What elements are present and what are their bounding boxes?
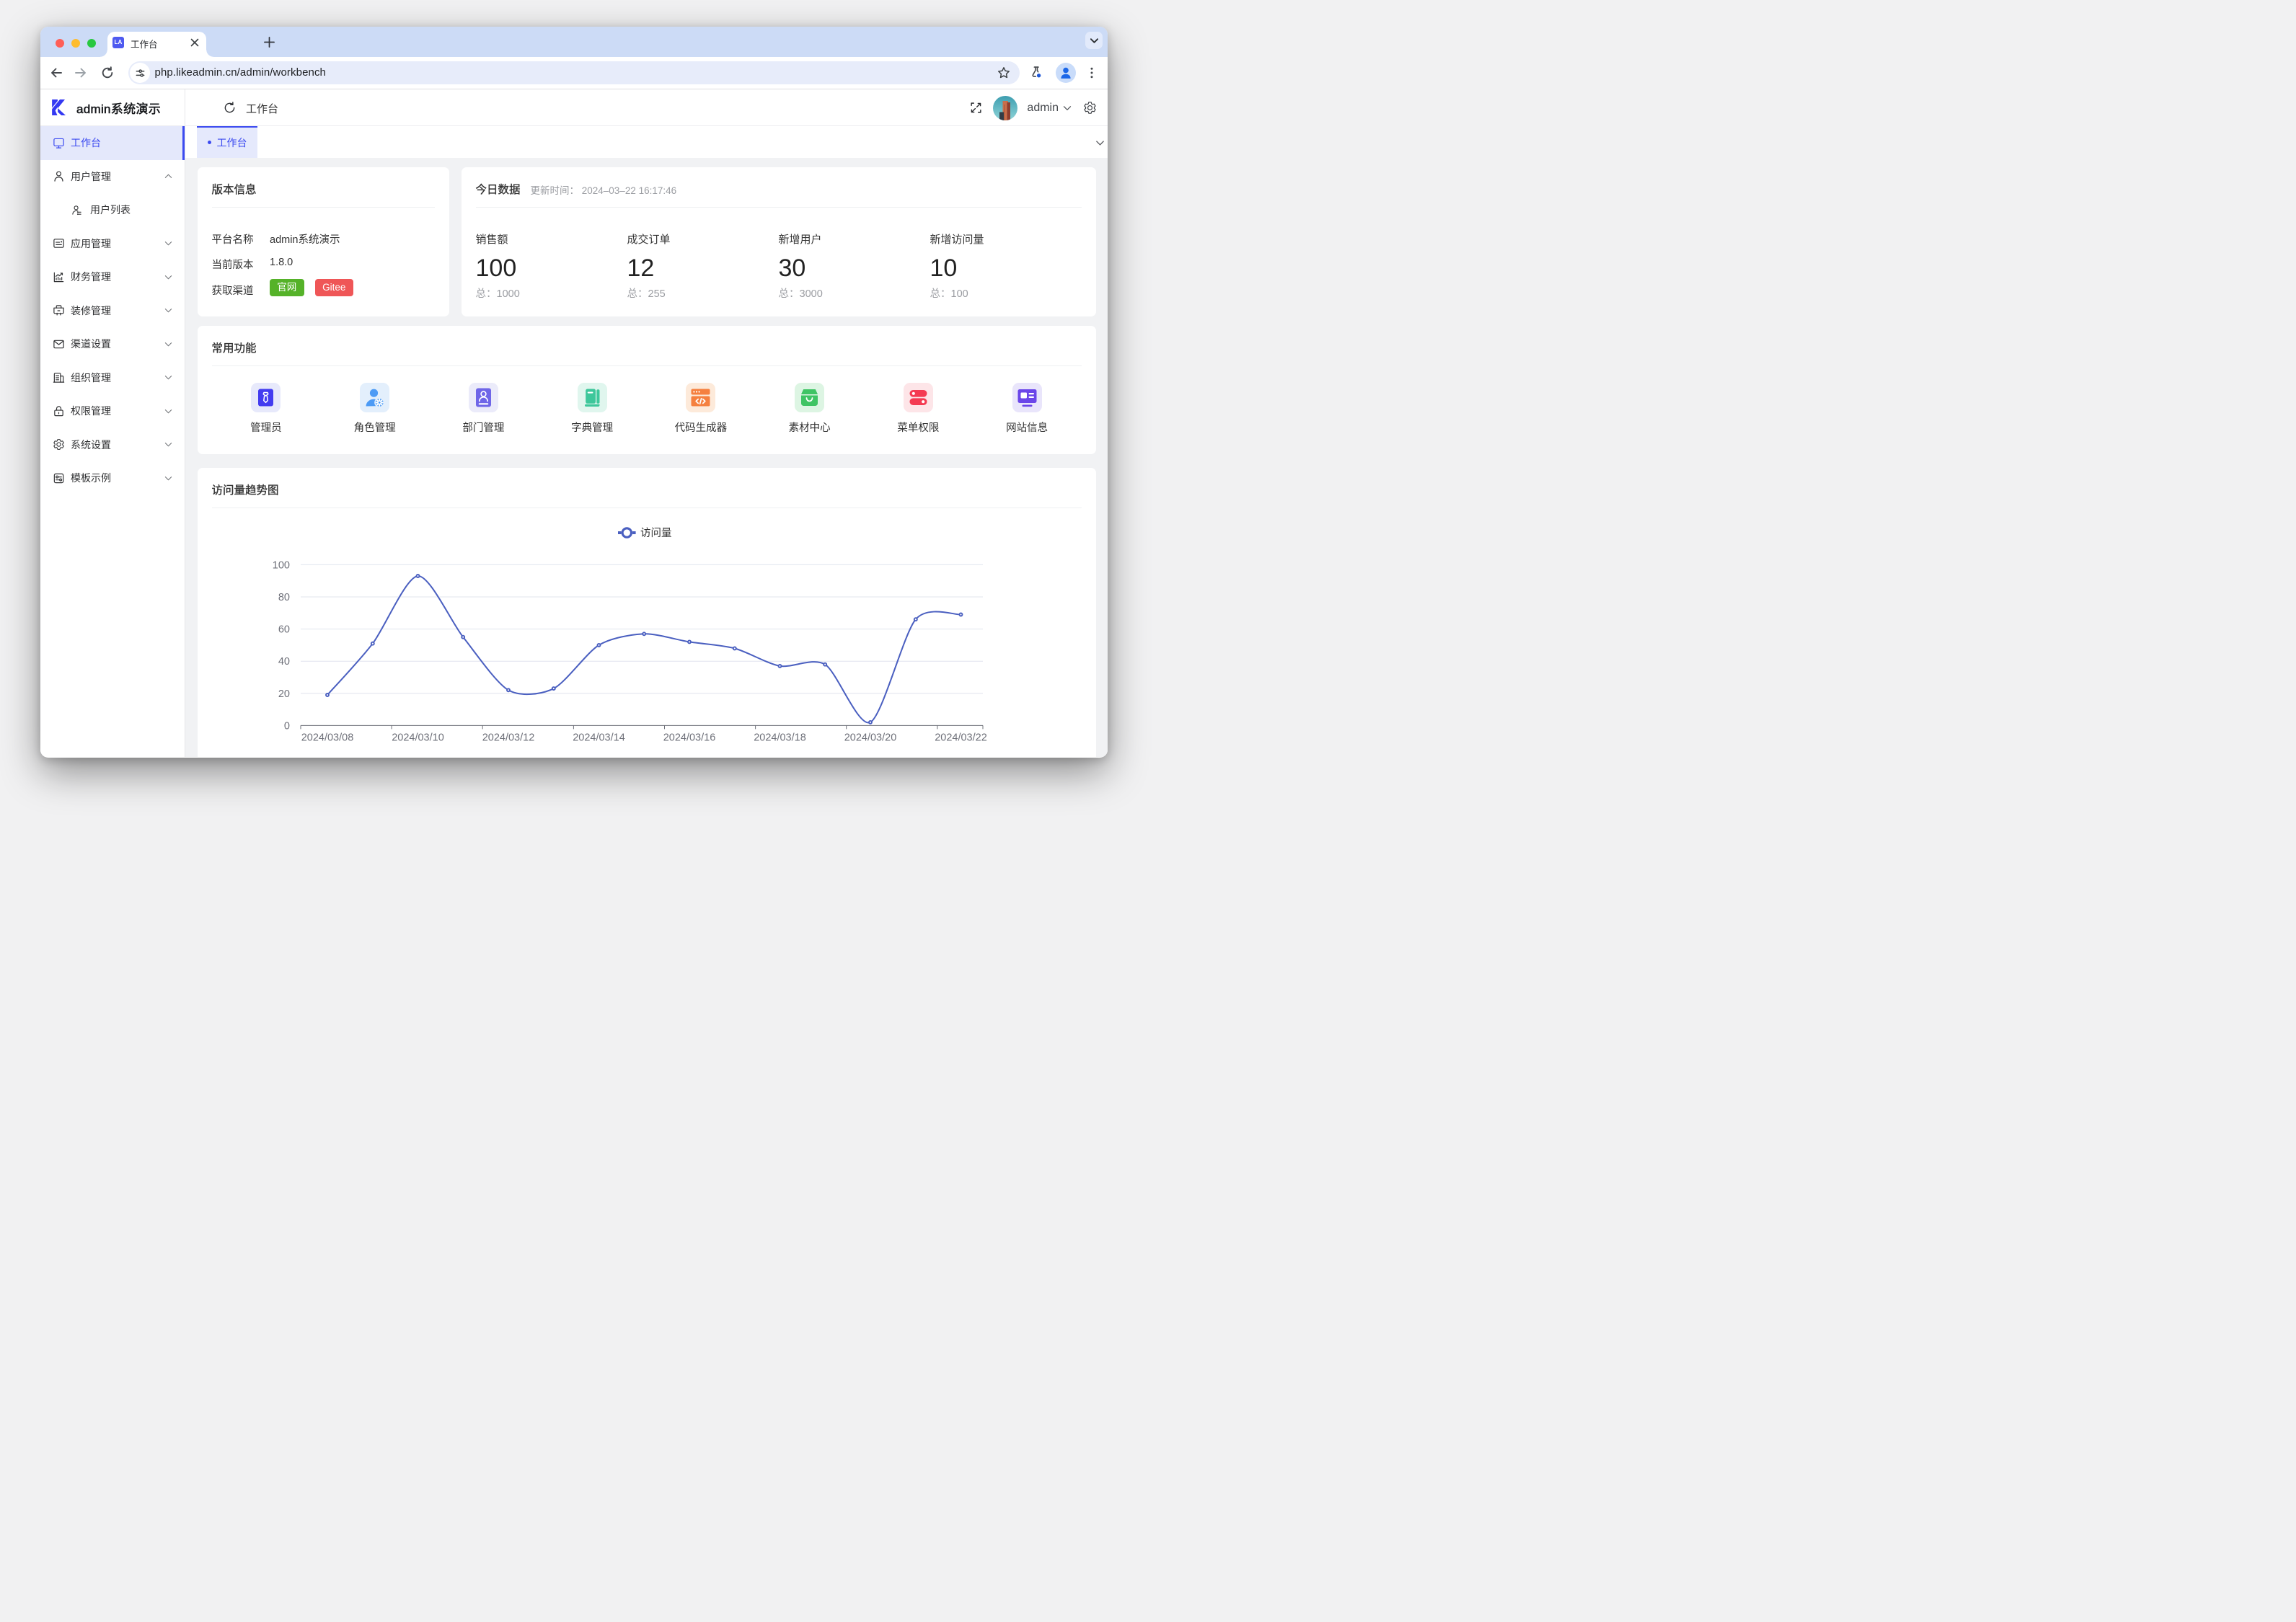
svg-text:2024/03/22: 2024/03/22 xyxy=(935,732,987,743)
svg-text:2024/03/14: 2024/03/14 xyxy=(573,732,625,743)
svg-text:2024/03/20: 2024/03/20 xyxy=(844,732,896,743)
svg-text:20: 20 xyxy=(278,688,289,699)
svg-text:2024/03/10: 2024/03/10 xyxy=(392,732,444,743)
svg-text:访问量: 访问量 xyxy=(640,527,672,539)
svg-text:2024/03/08: 2024/03/08 xyxy=(301,732,353,743)
svg-text:60: 60 xyxy=(278,624,289,635)
svg-text:100: 100 xyxy=(272,559,289,571)
svg-text:2024/03/16: 2024/03/16 xyxy=(663,732,715,743)
svg-text:0: 0 xyxy=(283,720,289,732)
svg-text:2024/03/12: 2024/03/12 xyxy=(482,732,534,743)
svg-text:2024/03/18: 2024/03/18 xyxy=(754,732,806,743)
svg-text:40: 40 xyxy=(278,656,289,668)
svg-text:80: 80 xyxy=(278,592,289,603)
